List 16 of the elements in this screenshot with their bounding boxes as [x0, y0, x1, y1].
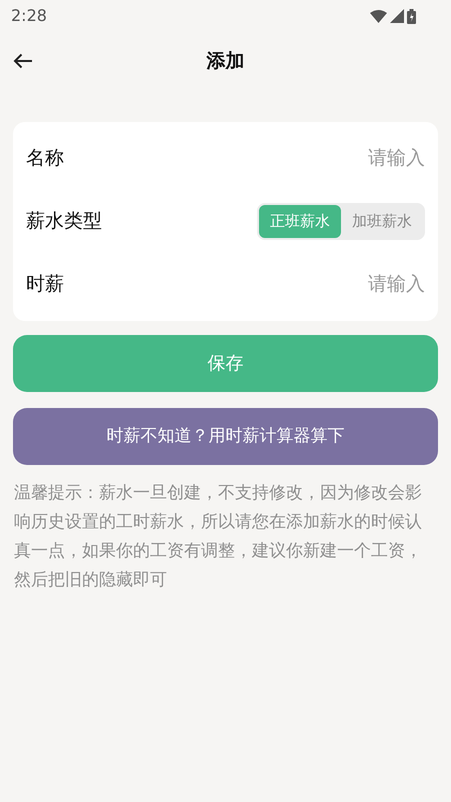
save-button[interactable]: 保存: [13, 335, 438, 392]
tip-text: 温馨提示：薪水一旦创建，不支持修改，因为修改会影响历史设置的工时薪水，所以请您在添加薪水的时候认真一点，如果你的工资有调整，建议你新建一个工资，然后把旧的隐藏即可: [14, 482, 423, 592]
segment-option[interactable]: 加班薪水: [341, 205, 423, 238]
signal-icon: [390, 9, 404, 23]
field-label: 时薪: [26, 272, 64, 298]
page-title: 添加: [206, 48, 244, 74]
status-time: 2:28: [11, 5, 47, 27]
segment-option[interactable]: 正班薪水: [259, 205, 341, 238]
input-field[interactable]: 请输入: [275, 270, 425, 299]
wifi-icon: [370, 10, 387, 22]
back-icon[interactable]: [13, 53, 33, 69]
field-label: 名称: [26, 146, 64, 172]
field-label: 薪水类型: [26, 209, 102, 234]
battery-icon: [407, 8, 416, 24]
calculator-button[interactable]: 时薪不知道？用时薪计算器算下: [13, 408, 438, 465]
input-field[interactable]: 请输入: [275, 144, 425, 173]
